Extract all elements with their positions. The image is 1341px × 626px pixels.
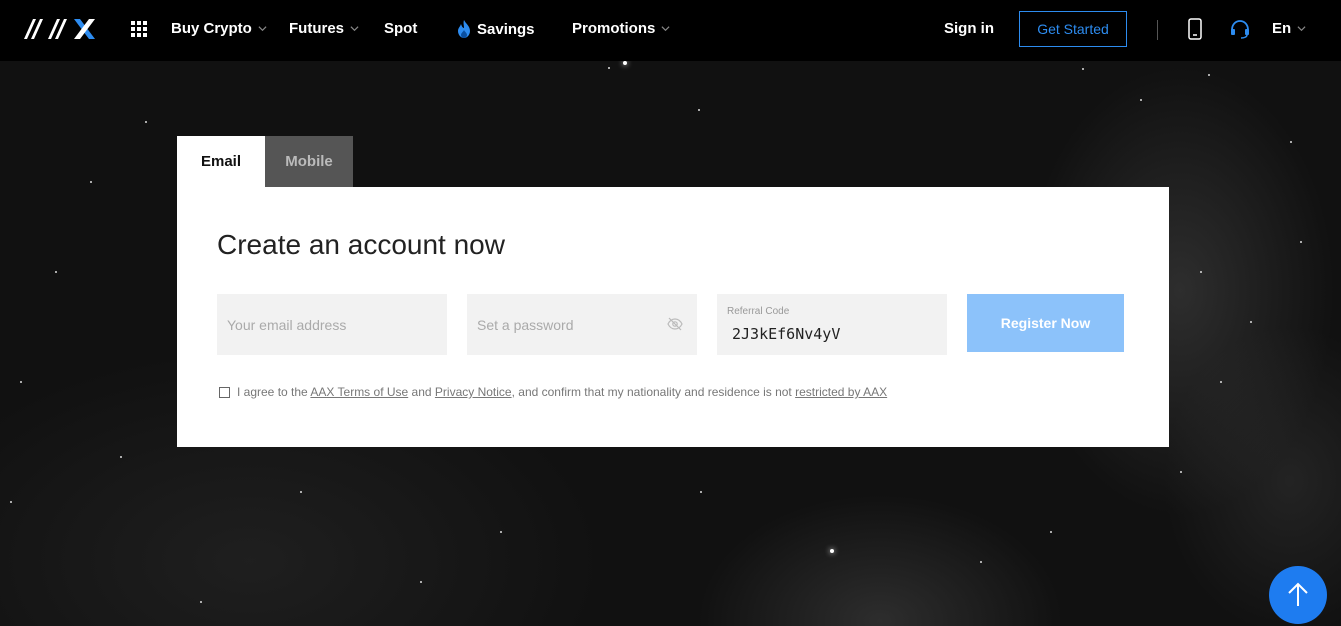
nav-buy-crypto[interactable]: Buy Crypto [171, 20, 267, 37]
chevron-down-icon [661, 26, 670, 32]
eye-hidden-icon[interactable] [667, 317, 683, 331]
agreement-and: and [411, 385, 432, 399]
apps-grid-icon[interactable] [131, 21, 147, 37]
nav-divider [1157, 20, 1158, 40]
chevron-down-icon [1297, 26, 1306, 32]
register-now-button[interactable]: Register Now [967, 294, 1124, 352]
nav-savings-label: Savings [477, 20, 535, 38]
chevron-down-icon [350, 26, 359, 32]
get-started-button[interactable]: Get Started [1019, 11, 1127, 47]
nav-savings[interactable]: Savings [457, 20, 535, 38]
tab-mobile[interactable]: Mobile [265, 136, 353, 187]
tab-email[interactable]: Email [177, 136, 265, 187]
flame-icon [458, 20, 470, 38]
email-field[interactable]: Your email address [217, 294, 447, 355]
nav-spot-label: Spot [384, 20, 418, 37]
scroll-to-top-button[interactable] [1269, 566, 1327, 624]
top-navbar: Buy Crypto Futures Spot Savings Promotio… [0, 0, 1341, 61]
page-title: Create an account now [217, 229, 505, 260]
sign-in-link[interactable]: Sign in [944, 20, 994, 37]
agreement-text: I agree to the AAX Terms of Use and Priv… [237, 385, 887, 399]
referral-code-label: Referral Code [727, 306, 790, 317]
support-headset-icon[interactable] [1229, 18, 1251, 40]
terms-of-use-link[interactable]: AAX Terms of Use [310, 385, 408, 399]
nav-promotions[interactable]: Promotions [572, 20, 670, 37]
password-field[interactable]: Set a password [467, 294, 697, 355]
agreement-row: I agree to the AAX Terms of Use and Priv… [219, 385, 887, 399]
privacy-notice-link[interactable]: Privacy Notice [435, 385, 512, 399]
signup-card: Create an account now Your email address… [177, 187, 1169, 447]
referral-code-value: 2J3kEf6Nv4yV [732, 325, 841, 343]
referral-code-field[interactable]: Referral Code 2J3kEf6Nv4yV [717, 294, 947, 355]
aax-logo[interactable] [24, 18, 96, 40]
agree-checkbox[interactable] [219, 386, 230, 398]
arrow-up-icon [1288, 582, 1308, 606]
password-placeholder: Set a password [477, 317, 574, 333]
language-selector[interactable]: En [1272, 20, 1306, 37]
mobile-phone-icon[interactable] [1187, 18, 1203, 40]
agreement-middle: , and confirm that my nationality and re… [511, 385, 792, 399]
nav-futures[interactable]: Futures [289, 20, 359, 37]
nav-spot[interactable]: Spot [384, 20, 417, 37]
restricted-link[interactable]: restricted by AAX [795, 385, 887, 399]
email-placeholder: Your email address [227, 317, 347, 333]
agreement-prefix: I agree to the [237, 385, 308, 399]
language-label: En [1272, 20, 1292, 37]
chevron-down-icon [258, 26, 267, 32]
nav-buy-crypto-label: Buy Crypto [171, 20, 252, 37]
nav-promotions-label: Promotions [572, 20, 656, 37]
nav-futures-label: Futures [289, 20, 345, 37]
